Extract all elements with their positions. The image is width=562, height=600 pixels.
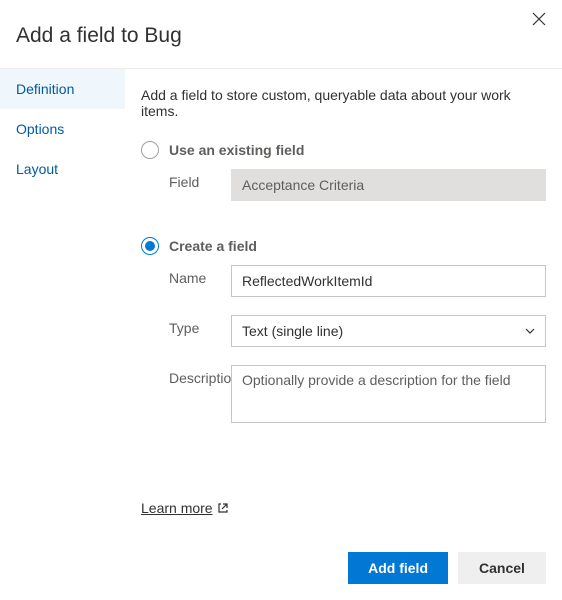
external-link-icon (217, 502, 229, 514)
sidebar: Definition Options Layout (0, 69, 125, 516)
use-existing-radio[interactable] (141, 141, 159, 159)
create-field-radio[interactable] (141, 237, 159, 255)
create-field-label: Create a field (169, 238, 257, 254)
type-label: Type (141, 315, 231, 336)
type-select[interactable]: Text (single line) (231, 315, 546, 347)
close-button[interactable] (528, 8, 550, 33)
main-panel: Add a field to store custom, queryable d… (125, 69, 562, 516)
sidebar-item-layout[interactable]: Layout (0, 149, 125, 189)
use-existing-label: Use an existing field (169, 142, 304, 158)
dialog-footer: Add field Cancel (348, 552, 546, 584)
name-label: Name (141, 265, 231, 286)
close-icon (532, 12, 546, 26)
sidebar-item-options[interactable]: Options (0, 109, 125, 149)
description-input[interactable] (231, 365, 546, 423)
existing-field-label: Field (141, 169, 231, 190)
add-field-button[interactable]: Add field (348, 552, 448, 584)
create-field-group: Create a field Name Type Text (single li… (141, 237, 546, 426)
description-label: Description (141, 365, 231, 386)
learn-more-label: Learn more (141, 500, 213, 516)
intro-text: Add a field to store custom, queryable d… (141, 87, 546, 119)
learn-more-link[interactable]: Learn more (141, 500, 229, 516)
sidebar-item-definition[interactable]: Definition (0, 69, 125, 109)
name-input[interactable] (231, 265, 546, 297)
existing-field-input (231, 169, 546, 201)
use-existing-group: Use an existing field Field (141, 141, 546, 201)
dialog-title: Add a field to Bug (0, 0, 562, 68)
cancel-button[interactable]: Cancel (458, 552, 546, 584)
